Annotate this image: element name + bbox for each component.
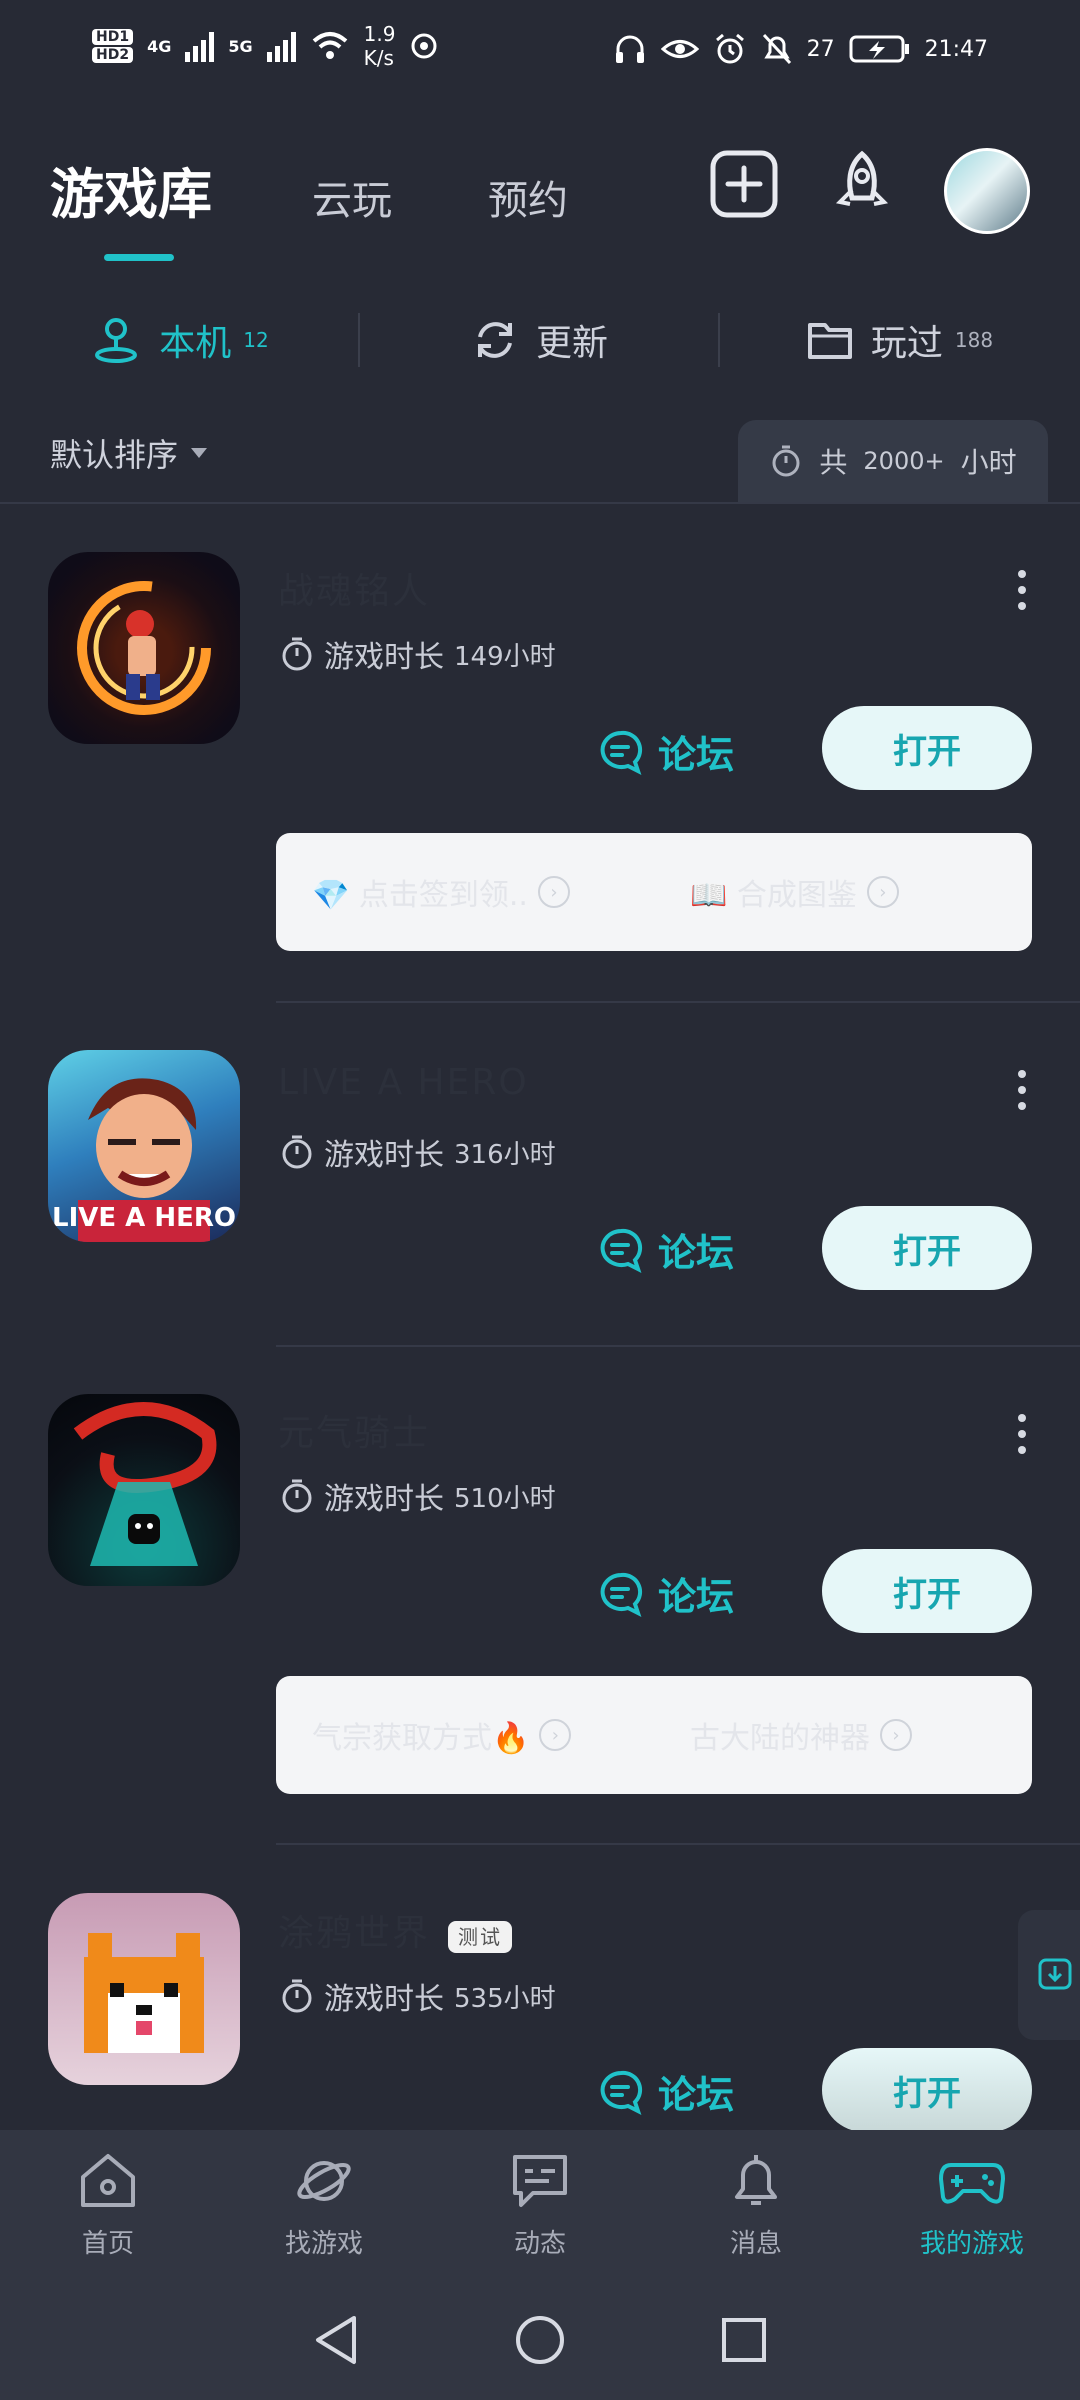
forum-icon (600, 1228, 643, 1273)
status-bar: HD1 HD2 4G 5G 1.9 K/s 27 21:47 (0, 0, 1080, 110)
timer-icon (772, 445, 800, 477)
download-icon (1038, 1958, 1072, 1990)
arrow-right-icon: › (866, 876, 899, 908)
more-options-icon[interactable] (1016, 1414, 1028, 1454)
game-playtime: 游戏时长 510小时 (280, 1474, 556, 1518)
location-person-icon (95, 318, 138, 363)
folder-icon (807, 323, 852, 359)
back-icon[interactable] (310, 2312, 362, 2368)
forum-button[interactable]: 论坛 (598, 724, 734, 779)
filter-tabs: 本机 12 更新 玩过 188 (0, 295, 1080, 385)
timer-icon (282, 1479, 312, 1513)
game-playtime: 游戏时长 316小时 (280, 1130, 556, 1174)
filter-updates[interactable]: 更新 (360, 295, 720, 385)
add-game-icon[interactable] (710, 150, 778, 218)
game-icon-doodle-world[interactable] (48, 1893, 240, 2085)
home-circle-icon[interactable] (512, 2312, 568, 2368)
user-avatar[interactable] (944, 148, 1030, 234)
eye-icon (660, 40, 699, 58)
open-game-button[interactable]: 打开 (822, 706, 1032, 790)
hd-indicator: HD1 HD2 (92, 29, 134, 63)
open-game-button[interactable]: 打开 (822, 1206, 1032, 1290)
filter-played[interactable]: 玩过 188 (720, 295, 1080, 385)
nav-messages[interactable]: 消息 (648, 2130, 864, 2280)
active-tab-indicator (104, 254, 174, 261)
svg-text:LIVE A HERO: LIVE A HERO (52, 1203, 236, 1233)
game-title[interactable]: 涂鸦世界 测试 (278, 1904, 513, 1956)
quick-link[interactable]: 古大陆的神器 › (654, 1713, 1032, 1757)
nav-find-games[interactable]: 找游戏 (216, 2130, 432, 2280)
page-title-game-library[interactable]: 游戏库 (50, 150, 212, 229)
game-playtime: 游戏时长 149小时 (280, 632, 556, 676)
battery-charging-icon (849, 35, 909, 63)
game-icon-soul-knight[interactable] (48, 1394, 240, 1586)
timer-icon (282, 637, 312, 671)
nav-my-games[interactable]: 我的游戏 (864, 2130, 1080, 2280)
forum-icon (600, 2070, 643, 2115)
timer-icon (282, 1135, 312, 1169)
refresh-icon (477, 322, 512, 358)
more-options-icon[interactable] (1016, 1070, 1028, 1110)
net-type-5g: 5G (228, 36, 253, 56)
test-badge: 测试 (448, 1920, 513, 1953)
sort-dropdown[interactable]: 默认排序 (50, 430, 208, 476)
nav-feed[interactable]: 动态 (432, 2130, 648, 2280)
bell-icon (735, 2154, 777, 2205)
game-quick-links: 气宗获取方式🔥 › 古大陆的神器 › (276, 1676, 1032, 1794)
forum-button[interactable]: 论坛 (598, 1566, 734, 1621)
floating-download-tab[interactable] (1018, 1910, 1080, 2040)
tab-reservation[interactable]: 预约 (488, 168, 568, 226)
forum-button[interactable]: 论坛 (598, 2064, 734, 2119)
sync-icon (411, 33, 437, 59)
total-playtime-badge: 共 2000+ 小时 (738, 420, 1048, 502)
open-game-button[interactable]: 打开 (822, 1549, 1032, 1633)
clock: 21:47 (924, 36, 988, 62)
filter-local[interactable]: 本机 12 (0, 295, 360, 385)
tab-cloud-play[interactable]: 云玩 (312, 168, 392, 226)
quick-link[interactable]: 💎 点击签到领.. › (276, 870, 654, 914)
recents-icon[interactable] (718, 2314, 770, 2366)
battery-percent: 27 (806, 36, 835, 62)
forum-icon (600, 730, 643, 775)
open-game-button[interactable]: 打开 (822, 2048, 1032, 2132)
arrow-right-icon: › (880, 1719, 912, 1751)
arrow-right-icon: › (539, 1719, 572, 1751)
mute-bell-icon (762, 33, 791, 65)
headphones-icon (615, 35, 644, 63)
timer-icon (282, 1979, 312, 2013)
wifi-icon (312, 32, 347, 59)
quick-link[interactable]: 📖 合成图鉴 › (654, 870, 1032, 914)
game-title[interactable]: 战魂铭人 (278, 562, 430, 614)
system-navigation-bar (0, 2280, 1080, 2400)
home-icon (81, 2153, 135, 2207)
forum-button[interactable]: 论坛 (598, 1222, 734, 1277)
alarm-icon (715, 33, 744, 64)
planet-icon (297, 2160, 351, 2201)
bottom-nav: 首页 找游戏 动态 消息 我的游戏 (0, 2130, 1080, 2280)
game-title[interactable]: 元气骑士 (278, 1404, 430, 1456)
caret-down-icon (191, 448, 208, 458)
nav-home[interactable]: 首页 (0, 2130, 216, 2280)
signal-icon (185, 30, 215, 62)
net-type-4g: 4G (147, 36, 172, 56)
game-icon-live-a-hero[interactable]: LIVE A HERO (48, 1050, 240, 1242)
game-title[interactable]: LIVE A HERO (278, 1062, 529, 1103)
more-options-icon[interactable] (1016, 570, 1028, 610)
signal-icon-2 (266, 30, 296, 62)
rocket-icon[interactable] (828, 150, 896, 218)
network-speed: 1.9 K/s (363, 22, 396, 70)
chat-icon (513, 2154, 567, 2207)
game-quick-links: 💎 点击签到领.. › 📖 合成图鉴 › (276, 833, 1032, 951)
quick-link[interactable]: 气宗获取方式🔥 › (276, 1713, 654, 1757)
game-playtime: 游戏时长 535小时 (280, 1974, 556, 2018)
gamepad-icon (939, 2162, 1005, 2204)
arrow-right-icon: › (537, 876, 570, 908)
forum-icon (600, 1572, 643, 1617)
game-icon-zhanhun[interactable] (48, 552, 240, 744)
